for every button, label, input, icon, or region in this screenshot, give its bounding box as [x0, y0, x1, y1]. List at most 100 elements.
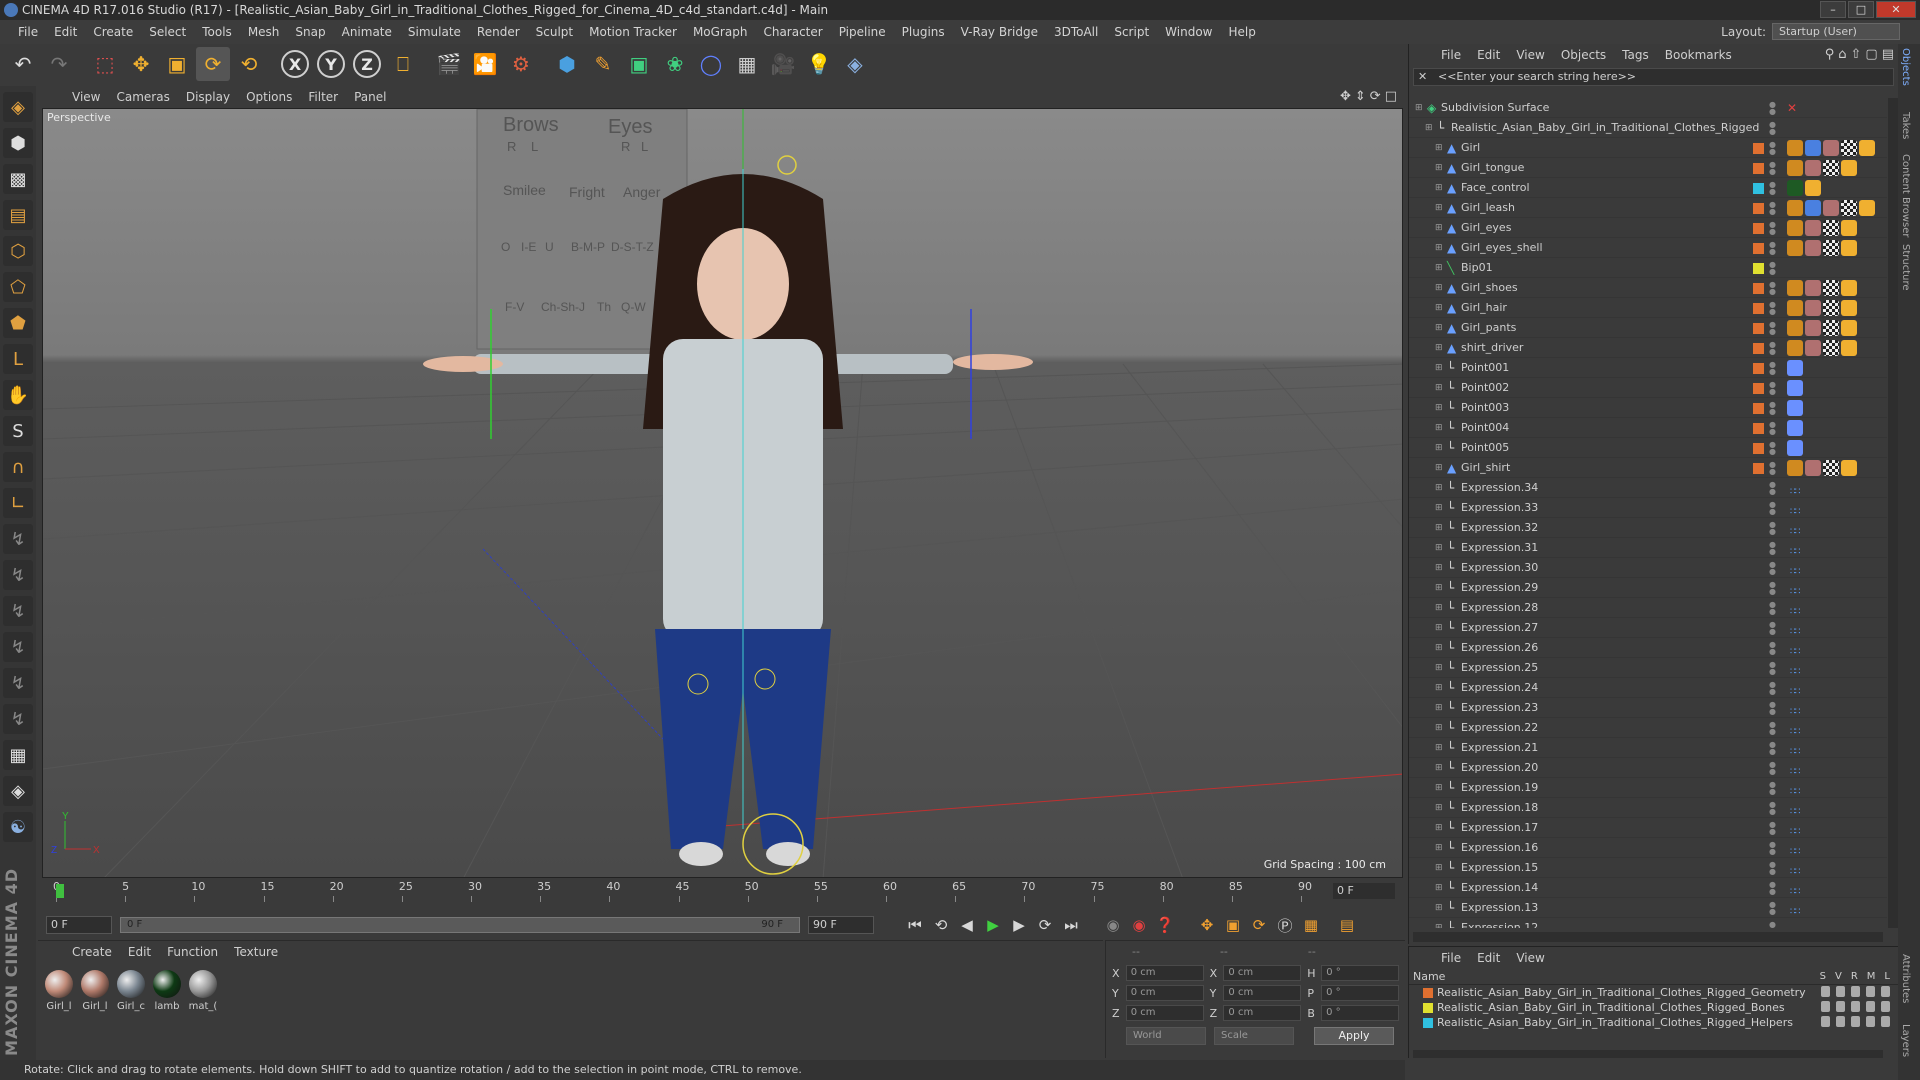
autokey-icon[interactable]: ❓ — [1152, 913, 1178, 937]
clear-search-icon[interactable]: ✕ — [1418, 69, 1427, 85]
pose-tool-icon[interactable]: ↯ — [3, 632, 33, 662]
points-mode-icon[interactable]: ⬡ — [3, 236, 33, 266]
layer-col-locked[interactable]: L — [1884, 971, 1890, 982]
cloner-icon[interactable]: ❀ — [658, 47, 692, 81]
layer-toggle-icon[interactable] — [1836, 1001, 1845, 1012]
layer-toggle-icon[interactable] — [1866, 1001, 1875, 1012]
object-tag-icon[interactable] — [1787, 160, 1803, 176]
layer-color-swatch[interactable] — [1753, 923, 1764, 928]
visibility-dots-icon[interactable]: ●● — [1769, 581, 1776, 596]
menu-edit[interactable]: Edit — [46, 25, 85, 39]
expand-toggle-icon[interactable]: ⊞ — [1435, 138, 1445, 158]
object-tag-icon[interactable] — [1823, 200, 1839, 216]
layer-row[interactable]: Realistic_Asian_Baby_Girl_in_Traditional… — [1409, 1015, 1898, 1030]
menu-simulate[interactable]: Simulate — [400, 25, 469, 39]
next-key-icon[interactable]: ⟳ — [1032, 913, 1058, 937]
layer-row[interactable]: Realistic_Asian_Baby_Girl_in_Traditional… — [1409, 985, 1898, 1000]
layer-color-swatch[interactable] — [1753, 743, 1764, 754]
menu-render[interactable]: Render — [469, 25, 528, 39]
visibility-dots-icon[interactable]: ●● — [1769, 301, 1776, 316]
layer-color-swatch[interactable] — [1753, 123, 1764, 134]
play-icon[interactable]: ▶ — [980, 913, 1006, 937]
object-row[interactable]: ⊞ └ Point003 ● ● — [1409, 398, 1887, 418]
material-item[interactable]: Girl_c — [116, 967, 146, 1012]
layer-toggle-icon[interactable] — [1821, 1001, 1830, 1012]
layer-color-swatch[interactable] — [1753, 163, 1764, 174]
object-row[interactable]: ⊞ └ Expression.32 ● ● ∷∷ — [1409, 518, 1887, 538]
coordinate-mode-dropdown[interactable]: World — [1126, 1027, 1206, 1045]
up-arrow-icon[interactable]: ⇧ — [1851, 47, 1862, 62]
material-menu-texture[interactable]: Texture — [226, 945, 286, 959]
next-frame-icon[interactable]: ▶ — [1006, 913, 1032, 937]
object-horizontal-scrollbar[interactable] — [1413, 932, 1883, 942]
visibility-dots-icon[interactable]: ●● — [1769, 401, 1776, 416]
om-menu-view[interactable]: View — [1508, 48, 1552, 62]
object-row[interactable]: ⊞ └ Expression.17 ● ● ∷∷ — [1409, 818, 1887, 838]
visibility-dots-icon[interactable]: ●● — [1769, 801, 1776, 816]
layer-color-swatch[interactable] — [1753, 423, 1764, 434]
object-tag-icon[interactable] — [1805, 320, 1821, 336]
material-menu-create[interactable]: Create — [64, 945, 120, 959]
visibility-dots-icon[interactable]: ●● — [1769, 461, 1776, 476]
visibility-dots-icon[interactable]: ●● — [1769, 361, 1776, 376]
scale-mode-dropdown[interactable]: Scale — [1214, 1027, 1294, 1045]
axis-mode-icon[interactable]: L — [3, 344, 33, 374]
expand-toggle-icon[interactable]: ⊞ — [1435, 598, 1445, 618]
layout-dropdown[interactable]: Startup (User) — [1772, 23, 1900, 40]
object-tag-icon[interactable] — [1787, 180, 1803, 196]
layer-color-swatch[interactable] — [1753, 783, 1764, 794]
coords-value-field[interactable]: 0 cm — [1223, 965, 1302, 981]
expand-toggle-icon[interactable]: ⊞ — [1435, 458, 1445, 478]
object-row[interactable]: ⊞ └ Realistic_Asian_Baby_Girl_in_Tradition… — [1409, 118, 1887, 138]
object-row[interactable]: ⊞ └ Point004 ● ● — [1409, 418, 1887, 438]
object-row[interactable]: ⊞ ▲ Girl_leash ● ● — [1409, 198, 1887, 218]
visibility-dots-icon[interactable]: ●● — [1769, 761, 1776, 776]
cube-primitive-icon[interactable]: ⬢ — [550, 47, 584, 81]
expand-toggle-icon[interactable]: ⊞ — [1435, 218, 1445, 238]
layer-col-manager[interactable]: M — [1867, 971, 1876, 982]
object-tag-icon[interactable] — [1841, 160, 1857, 176]
visibility-dots-icon[interactable]: ●● — [1769, 621, 1776, 636]
object-tag-icon[interactable] — [1859, 140, 1875, 156]
material-menu-edit[interactable]: Edit — [120, 945, 159, 959]
edges-mode-icon[interactable]: ⬠ — [3, 272, 33, 302]
viewport-menu-options[interactable]: Options — [238, 90, 300, 104]
expand-toggle-icon[interactable]: ⊞ — [1435, 398, 1445, 418]
object-row[interactable]: ⊞ ▲ Girl_shoes ● ● — [1409, 278, 1887, 298]
expand-toggle-icon[interactable]: ⊞ — [1435, 678, 1445, 698]
object-tag-icon[interactable] — [1841, 140, 1857, 156]
object-tag-icon[interactable] — [1841, 320, 1857, 336]
expand-toggle-icon[interactable]: ⊞ — [1435, 618, 1445, 638]
object-row[interactable]: ⊞ ▲ Girl_tongue ● ● — [1409, 158, 1887, 178]
visibility-dots-icon[interactable]: ●● — [1769, 881, 1776, 896]
grid-tool-icon[interactable]: ▦ — [3, 740, 33, 770]
coords-value-field[interactable]: 0 cm — [1125, 985, 1204, 1001]
viewport-menu-view[interactable]: View — [64, 90, 108, 104]
visibility-dots-icon[interactable]: ●● — [1769, 121, 1776, 136]
material-item[interactable]: Girl_l — [80, 967, 110, 1012]
rotate-icon[interactable]: ⟳ — [196, 47, 230, 81]
layer-color-swatch[interactable] — [1753, 683, 1764, 694]
object-row[interactable]: ⊞ └ Point005 ● ● — [1409, 438, 1887, 458]
menu-sculpt[interactable]: Sculpt — [528, 25, 581, 39]
expand-toggle-icon[interactable]: ⊞ — [1435, 318, 1445, 338]
layer-color-swatch[interactable] — [1753, 243, 1764, 254]
menu-plugins[interactable]: Plugins — [894, 25, 953, 39]
layer-color-swatch[interactable] — [1753, 883, 1764, 894]
polygons-mode-icon[interactable]: ⬟ — [3, 308, 33, 338]
expand-toggle-icon[interactable]: ⊞ — [1435, 698, 1445, 718]
visibility-dots-icon[interactable]: ●● — [1769, 341, 1776, 356]
object-row[interactable]: ⊞ ▲ Face_control ● ● — [1409, 178, 1887, 198]
expand-toggle-icon[interactable]: ⊞ — [1415, 98, 1425, 118]
material-item[interactable]: mat_( — [188, 967, 218, 1012]
coordinate-system-icon[interactable]: ⎕ — [386, 47, 420, 81]
object-row[interactable]: ⊞ ▲ Girl_shirt ● ● — [1409, 458, 1887, 478]
object-row[interactable]: ⊞ └ Expression.20 ● ● ∷∷ — [1409, 758, 1887, 778]
object-row[interactable]: ⊞ └ Expression.18 ● ● ∷∷ — [1409, 798, 1887, 818]
visibility-dots-icon[interactable]: ●● — [1769, 161, 1776, 176]
menu-mograph[interactable]: MoGraph — [685, 25, 756, 39]
visibility-dots-icon[interactable]: ●● — [1769, 601, 1776, 616]
key-pla-icon[interactable]: ▦ — [1298, 913, 1324, 937]
snap-icon[interactable]: S — [3, 416, 33, 446]
lm-menu-edit[interactable]: Edit — [1469, 951, 1508, 965]
